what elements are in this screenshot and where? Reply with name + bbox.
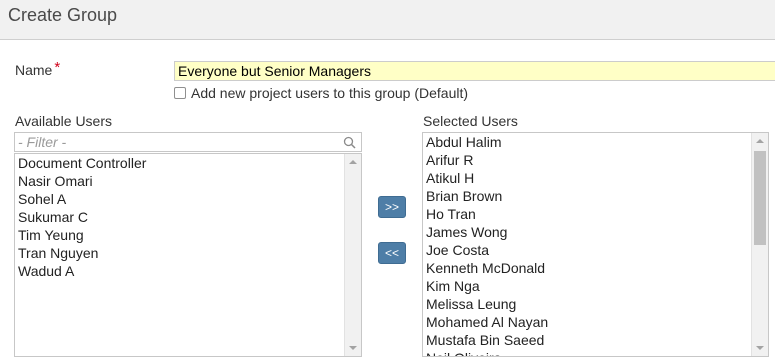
available-user-item[interactable]: Tim Yeung xyxy=(15,226,361,244)
selected-users-list[interactable]: Abdul Halim Arifur R Atikul H Brian Brown Ho… xyxy=(422,132,769,357)
selected-user-item[interactable]: Arifur R xyxy=(423,151,768,169)
selected-user-item[interactable]: Atikul H xyxy=(423,169,768,187)
scroll-up-arrow-icon[interactable] xyxy=(345,154,361,170)
selected-users-scroll-thumb[interactable] xyxy=(754,151,766,245)
available-user-item[interactable]: Document Controller xyxy=(15,154,361,172)
selected-user-item[interactable]: Ho Tran xyxy=(423,205,768,223)
dialog-title: Create Group xyxy=(8,5,118,25)
dialog-header: Create Group xyxy=(0,0,775,40)
scroll-down-arrow-icon[interactable] xyxy=(345,340,361,356)
name-label: Name * xyxy=(15,59,61,79)
selected-user-item[interactable]: Brian Brown xyxy=(423,187,768,205)
available-users-label: Available Users xyxy=(15,113,113,129)
available-users-filter-input[interactable] xyxy=(18,134,338,150)
selected-users-items: Abdul Halim Arifur R Atikul H Brian Brown Ho… xyxy=(423,133,768,356)
search-icon[interactable] xyxy=(343,136,356,149)
scroll-up-arrow-icon[interactable] xyxy=(752,133,768,149)
available-users-scrollbar[interactable] xyxy=(344,154,361,356)
selected-user-item[interactable]: James Wong xyxy=(423,223,768,241)
selected-user-item[interactable]: Mustafa Bin Saeed xyxy=(423,331,768,349)
available-user-item[interactable]: Sukumar C xyxy=(15,208,361,226)
name-label-text: Name xyxy=(15,62,53,78)
group-name-input[interactable] xyxy=(174,61,775,81)
selected-user-item[interactable]: Kim Nga xyxy=(423,277,768,295)
add-users-button[interactable]: >> xyxy=(378,196,406,218)
add-new-users-checkbox[interactable] xyxy=(174,87,186,99)
selected-user-item[interactable]: Kenneth McDonald xyxy=(423,259,768,277)
selected-users-label: Selected Users xyxy=(423,113,518,129)
available-user-item[interactable]: Nasir Omari xyxy=(15,172,361,190)
add-new-users-checkbox-row[interactable]: Add new project users to this group (Def… xyxy=(174,84,468,101)
selected-user-item[interactable]: Abdul Halim xyxy=(423,133,768,151)
add-new-users-checkbox-label[interactable]: Add new project users to this group (Def… xyxy=(191,85,468,101)
selected-user-item[interactable]: Melissa Leung xyxy=(423,295,768,313)
required-marker: * xyxy=(54,59,61,76)
selected-user-item[interactable]: Mohamed Al Nayan xyxy=(423,313,768,331)
available-users-items: Document Controller Nasir Omari Sohel A Suk… xyxy=(15,154,361,280)
scroll-down-arrow-icon[interactable] xyxy=(752,340,768,356)
available-user-item[interactable]: Tran Nguyen xyxy=(15,244,361,262)
selected-users-scrollbar[interactable] xyxy=(751,133,768,356)
selected-user-item[interactable]: Neil Oliveira xyxy=(423,349,768,356)
available-user-item[interactable]: Wadud A xyxy=(15,262,361,280)
available-users-list[interactable]: Document Controller Nasir Omari Sohel A Suk… xyxy=(14,153,362,357)
available-users-filter[interactable] xyxy=(14,132,362,152)
remove-users-button[interactable]: << xyxy=(378,242,406,264)
selected-user-item[interactable]: Joe Costa xyxy=(423,241,768,259)
available-user-item[interactable]: Sohel A xyxy=(15,190,361,208)
